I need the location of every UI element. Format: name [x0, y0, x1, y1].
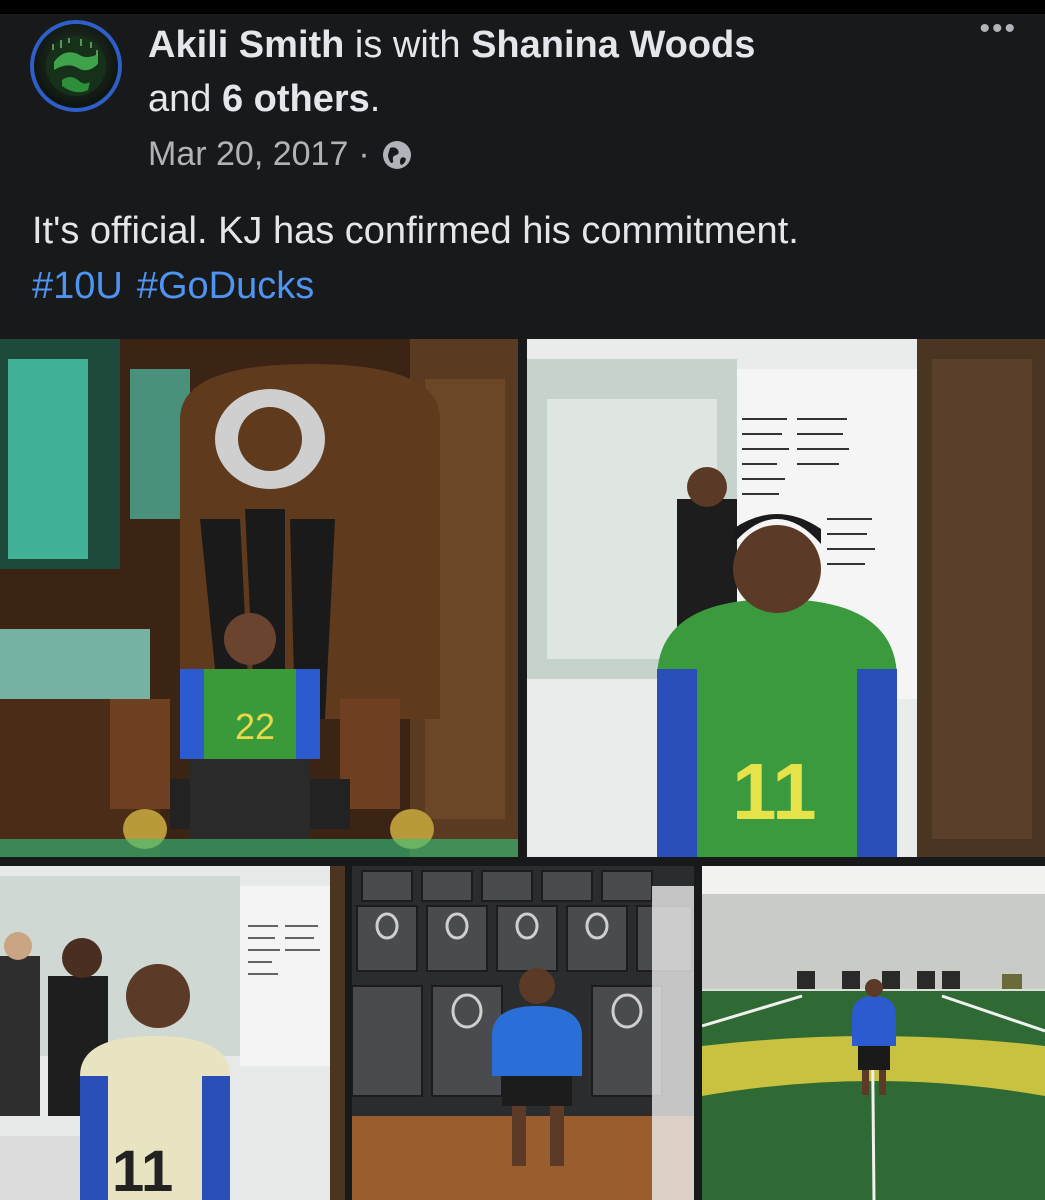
svg-text:11: 11: [112, 1139, 173, 1200]
post-header: Akili Smith is with Shanina Woods and 6 …: [148, 18, 928, 126]
hashtag-10u[interactable]: #10U: [32, 265, 123, 307]
globe-icon[interactable]: [380, 138, 414, 172]
svg-text:11: 11: [732, 747, 817, 836]
top-bar: [0, 0, 1045, 14]
photo-throne[interactable]: 22: [0, 339, 518, 857]
author-name[interactable]: Akili Smith: [148, 24, 344, 66]
photo-locker-image: 11: [0, 866, 345, 1200]
period: .: [369, 78, 381, 120]
photo-throne-image: 22: [0, 339, 518, 857]
photo-whiteboard[interactable]: 11: [527, 339, 1045, 857]
photo-whiteboard-image: 11: [527, 339, 1045, 857]
photo-field-image: [702, 866, 1045, 1200]
svg-text:22: 22: [235, 706, 275, 747]
profile-avatar[interactable]: [30, 20, 122, 112]
with-text: is with: [344, 24, 472, 66]
post-text: It's official. KJ has confirmed his comm…: [32, 210, 799, 252]
more-options-button[interactable]: •••: [979, 14, 1017, 44]
photo-field[interactable]: [702, 866, 1045, 1200]
tagged-person[interactable]: Shanina Woods: [471, 24, 755, 66]
post-date[interactable]: Mar 20, 2017: [148, 135, 348, 174]
photo-locker[interactable]: 11: [0, 866, 345, 1200]
photo-seats[interactable]: [352, 866, 694, 1200]
post-meta: Mar 20, 2017 ·: [148, 135, 414, 174]
and-text: and: [148, 78, 222, 120]
hashtag-goducks[interactable]: #GoDucks: [137, 265, 314, 307]
hashtag-row: #10U #GoDucks: [32, 260, 328, 312]
meta-separator: ·: [358, 135, 370, 173]
others-link[interactable]: 6 others: [222, 78, 370, 120]
photo-seats-image: [352, 866, 694, 1200]
avatar-globe-icon: [46, 36, 106, 96]
